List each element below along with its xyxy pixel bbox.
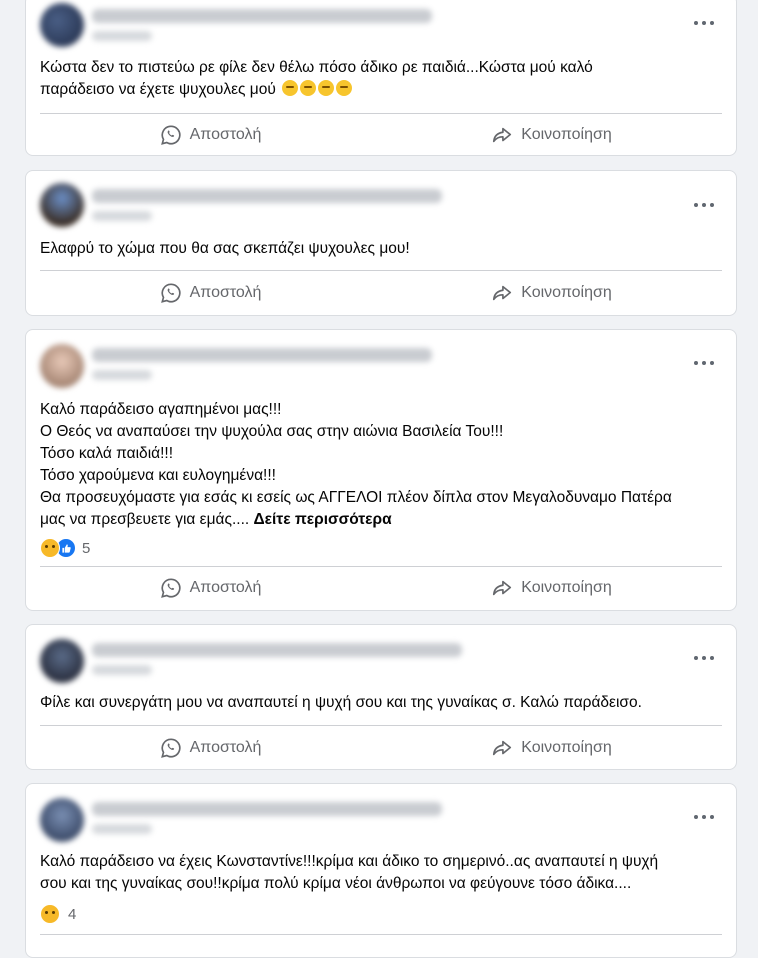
share-button[interactable]: Κοινοποίηση (381, 728, 722, 768)
share-label: Κοινοποίηση (521, 284, 612, 301)
sad-reaction-icon (40, 538, 60, 558)
whatsapp-icon (160, 125, 181, 145)
share-button[interactable]: Κοινοποίηση (381, 273, 722, 313)
avatar[interactable] (40, 639, 84, 683)
divider (40, 725, 722, 726)
author-name-blurred[interactable] (92, 189, 442, 203)
sleepy-face-icon (300, 80, 317, 96)
author-name-blurred[interactable] (92, 643, 462, 657)
more-options-icon[interactable] (694, 359, 714, 367)
post-meta-blurred (92, 824, 152, 834)
share-button[interactable]: Κοινοποίηση (381, 115, 722, 155)
whatsapp-icon (160, 738, 181, 758)
share-arrow-icon (493, 285, 512, 301)
share-arrow-icon (493, 740, 512, 756)
share-label: Κοινοποίηση (521, 579, 612, 596)
post-text: Καλό παράδεισο να έχεις Κωνσταντίνε!!!κρ… (40, 853, 659, 892)
send-button[interactable]: Αποστολή (40, 115, 381, 155)
post-meta-blurred (92, 211, 152, 221)
share-arrow-icon (493, 127, 512, 143)
comment-card: Ελαφρύ το χώμα που θα σας σκεπάζει ψυχου… (25, 170, 737, 316)
post-text: Φίλε και συνεργάτη μου να αναπαυτεί η ψυ… (40, 694, 642, 711)
post-text-line: Κώστα δεν το πιστεύω ρε φίλε δεν θέλω πό… (40, 59, 593, 76)
action-bar: Αποστολή Κοινοποίηση (40, 273, 722, 313)
post-text-body: Καλό παράδεισο αγαπημένοι μας!!! Ο Θεός … (40, 401, 672, 528)
divider (40, 566, 722, 567)
more-options-icon[interactable] (694, 201, 714, 209)
post-meta-blurred (92, 665, 152, 675)
divider (40, 113, 722, 114)
author-name-blurred[interactable] (92, 802, 442, 816)
more-options-icon[interactable] (694, 813, 714, 821)
comment-card: Καλό παράδεισο αγαπημένοι μας!!! Ο Θεός … (25, 329, 737, 611)
avatar[interactable] (40, 344, 84, 388)
send-button[interactable]: Αποστολή (40, 273, 381, 313)
divider (40, 934, 722, 935)
post-text: Καλό παράδεισο αγαπημένοι μας!!! Ο Θεός … (40, 399, 722, 531)
action-bar: Αποστολή Κοινοποίηση (40, 728, 722, 768)
divider (40, 270, 722, 271)
share-label: Κοινοποίηση (521, 739, 612, 756)
comment-card: Κώστα δεν το πιστεύω ρε φίλε δεν θέλω πό… (25, 0, 737, 156)
action-bar: Αποστολή Κοινοποίηση (40, 568, 722, 608)
reaction-count: 4 (68, 905, 77, 923)
comment-card: Καλό παράδεισο να έχεις Κωνσταντίνε!!!κρ… (25, 783, 737, 958)
post-text: Ελαφρύ το χώμα που θα σας σκεπάζει ψυχου… (40, 240, 410, 257)
reaction-summary[interactable]: 4 (40, 904, 76, 924)
reaction-count: 5 (82, 539, 91, 557)
more-options-icon[interactable] (694, 19, 714, 27)
share-label: Κοινοποίηση (521, 126, 612, 143)
action-bar: Αποστολή Κοινοποίηση (40, 115, 722, 155)
whatsapp-icon (160, 578, 181, 598)
whatsapp-icon (160, 283, 181, 303)
author-name-blurred[interactable] (92, 348, 432, 362)
post-meta-blurred (92, 31, 152, 41)
send-label: Αποστολή (189, 126, 262, 143)
send-button[interactable]: Αποστολή (40, 728, 381, 768)
send-label: Αποστολή (189, 579, 262, 596)
send-button[interactable]: Αποστολή (40, 568, 381, 608)
sleepy-face-icon (336, 80, 353, 96)
avatar[interactable] (40, 798, 84, 842)
share-arrow-icon (493, 580, 512, 596)
avatar[interactable] (40, 183, 84, 227)
sad-reaction-icon (40, 904, 60, 924)
post-meta-blurred (92, 370, 152, 380)
page-gutter (0, 0, 12, 945)
share-button[interactable]: Κοινοποίηση (381, 568, 722, 608)
comment-card: Φίλε και συνεργάτη μου να αναπαυτεί η ψυ… (25, 624, 737, 770)
see-more-link[interactable]: Δείτε περισσότερα (254, 511, 392, 528)
post-text-line: παράδεισο να έχετε ψυχουλες μού (40, 81, 276, 98)
author-name-blurred[interactable] (92, 9, 432, 23)
avatar[interactable] (40, 3, 84, 47)
send-label: Αποστολή (189, 284, 262, 301)
more-options-icon[interactable] (694, 654, 714, 662)
send-label: Αποστολή (189, 739, 262, 756)
reaction-summary[interactable]: 5 (40, 538, 90, 558)
post-text: Κώστα δεν το πιστεύω ρε φίλε δεν θέλω πό… (40, 57, 722, 101)
sleepy-face-icon (318, 80, 335, 96)
sleepy-face-icon (282, 80, 299, 96)
